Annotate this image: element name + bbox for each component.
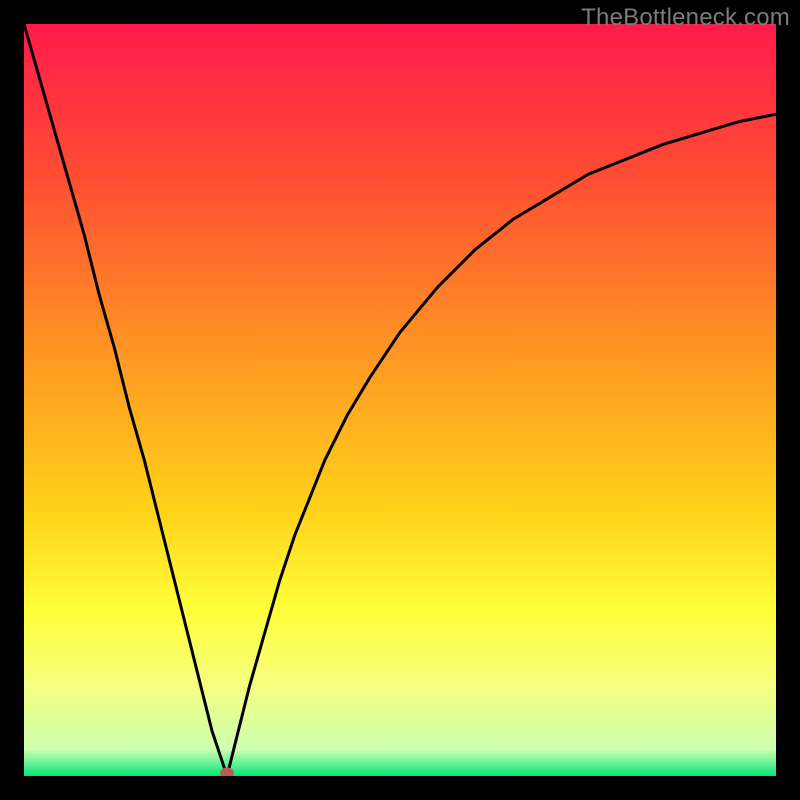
bottleneck-curve-chart bbox=[24, 24, 776, 776]
gradient-background bbox=[24, 24, 776, 776]
chart-frame bbox=[24, 24, 776, 776]
watermark-text: TheBottleneck.com bbox=[581, 4, 790, 32]
